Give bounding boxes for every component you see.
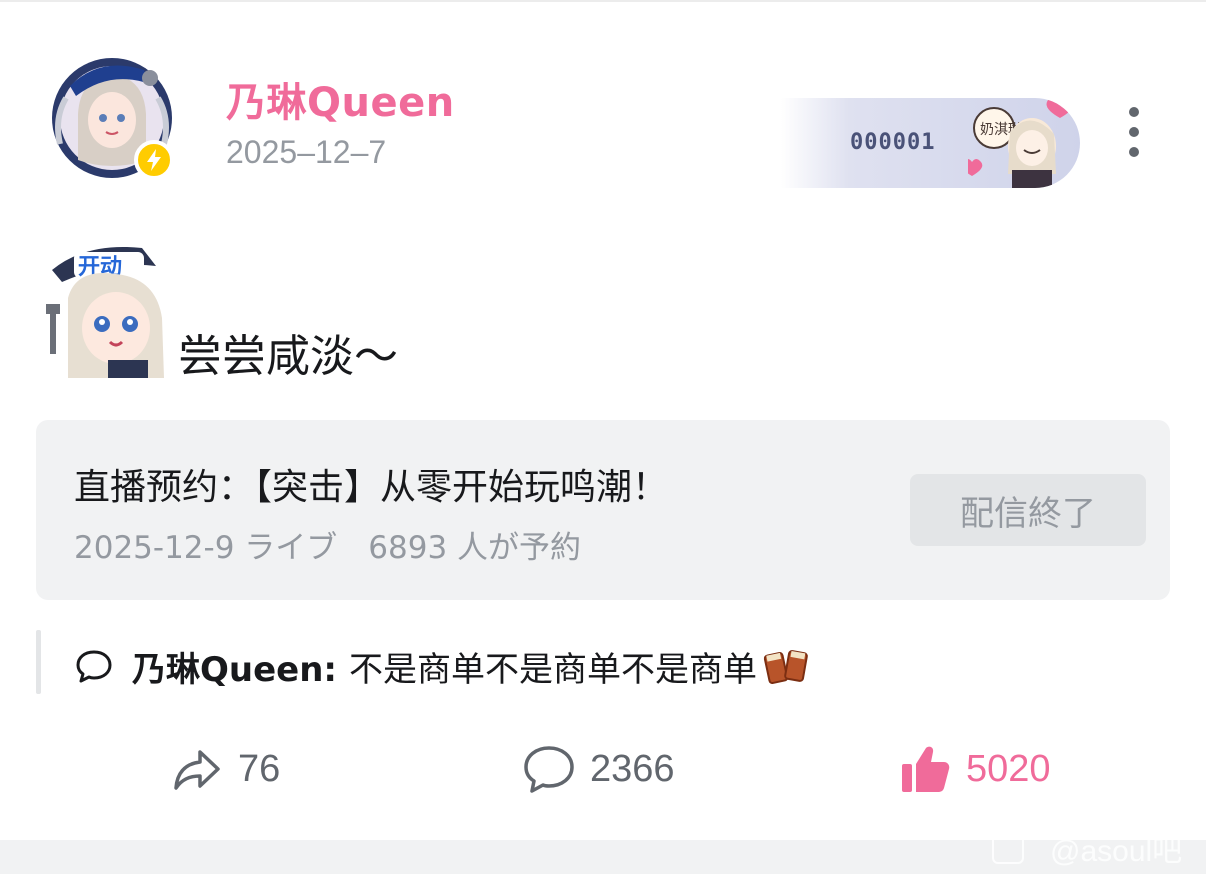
comment-text: 不是商单不是商单不是商单 — [349, 649, 758, 690]
emote-sticker: 开动 — [46, 246, 164, 378]
comment-action[interactable]: 2366 — [522, 736, 675, 802]
share-count: 76 — [238, 747, 281, 790]
verified-badge — [134, 140, 174, 180]
fan-badge-card[interactable]: 000001 奶淇琳 — [740, 98, 1080, 188]
comment-user[interactable]: 乃琳Queen: — [132, 642, 337, 691]
like-count: 5020 — [966, 747, 1051, 790]
reply-icon — [524, 746, 574, 793]
lightning-icon — [147, 149, 161, 171]
comment-count: 2366 — [590, 747, 675, 790]
live-reservation-card[interactable]: 直播预约：【突击】从零开始玩鸣潮！ 2025-12-9 ライブ 6893 人が予… — [36, 420, 1170, 600]
top-divider — [0, 0, 1206, 2]
like-action[interactable]: 5020 — [898, 736, 1051, 802]
comment-bubble-icon — [76, 650, 112, 683]
author-avatar[interactable] — [40, 48, 190, 188]
more-vertical-icon[interactable] — [1118, 104, 1150, 160]
comment-preview[interactable]: 乃琳Queen: 不是商单不是商单不是商单 — [74, 640, 811, 692]
fan-card-number: 000001 — [850, 130, 936, 155]
share-action[interactable]: 76 — [170, 736, 280, 802]
share-icon — [174, 750, 220, 790]
reservation-status-button[interactable]: 配信終了 — [910, 474, 1146, 546]
comment-preview-bar — [36, 630, 41, 694]
watermark: @asoul吧 — [992, 826, 1182, 870]
cheers-drink-icon — [763, 650, 808, 685]
fan-card-illustration: 奶淇琳 — [968, 98, 1074, 188]
reservation-meta: 2025-12-9 ライブ 6893 人が予約 — [74, 530, 582, 566]
reservation-title: 直播预约：【突击】从零开始玩鸣潮！ — [74, 467, 669, 508]
thumbs-up-icon — [902, 746, 950, 792]
watermark-text: @asoul吧 — [1050, 835, 1183, 868]
post-date: 2025–12–7 — [226, 134, 387, 170]
post-text: 尝尝咸淡～ — [178, 331, 398, 382]
watermark-logo-icon — [992, 832, 1024, 864]
author-name[interactable]: 乃琳Queen — [226, 70, 455, 128]
